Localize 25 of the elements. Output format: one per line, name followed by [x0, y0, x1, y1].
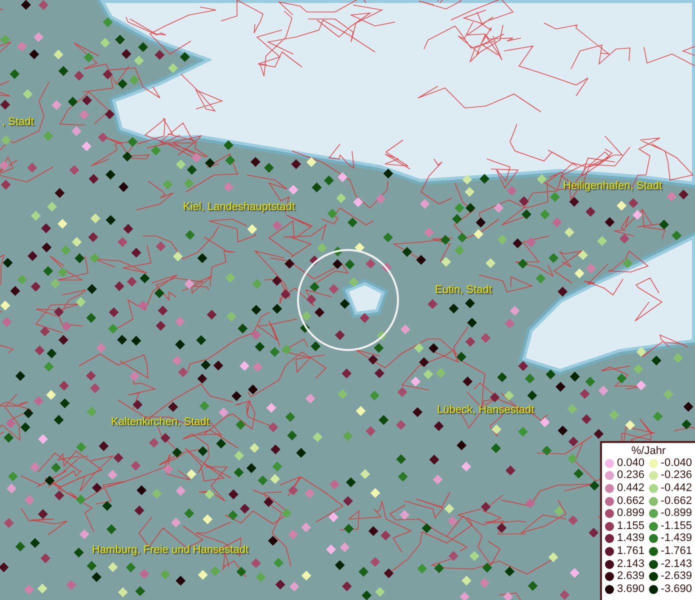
legend-value: -2.639 [660, 571, 692, 582]
legend-value: -1.761 [660, 546, 692, 557]
legend-value: 3.690 [617, 584, 645, 595]
legend-value: 2.639 [617, 571, 645, 582]
legend-value: -1.439 [660, 533, 692, 544]
legend-value: 2.143 [617, 558, 645, 570]
legend-value: 1.761 [617, 546, 645, 557]
place-label: Eutin, Stadt [435, 285, 492, 296]
legend-value: 0.899 [617, 508, 645, 520]
legend-value: 0.442 [617, 482, 645, 494]
legend-value: -3.690 [660, 584, 692, 595]
legend-value: 1.439 [617, 533, 645, 544]
legend-value: -0.236 [660, 470, 692, 482]
legend-value: -0.040 [660, 458, 692, 469]
legend-value: -0.899 [660, 508, 692, 520]
legend-title: %/Jahr [631, 445, 666, 457]
legend-value: 0.040 [617, 458, 645, 469]
place-label: , Stadt [2, 117, 34, 128]
legend-value: 0.662 [617, 496, 645, 507]
legend-value: -0.442 [660, 482, 692, 494]
legend-value: 0.236 [617, 470, 645, 482]
legend-value: -2.143 [660, 558, 692, 570]
legend-value: -1.155 [660, 520, 692, 532]
legend-value: -0.662 [660, 496, 692, 507]
legend-value: 1.155 [617, 520, 645, 532]
